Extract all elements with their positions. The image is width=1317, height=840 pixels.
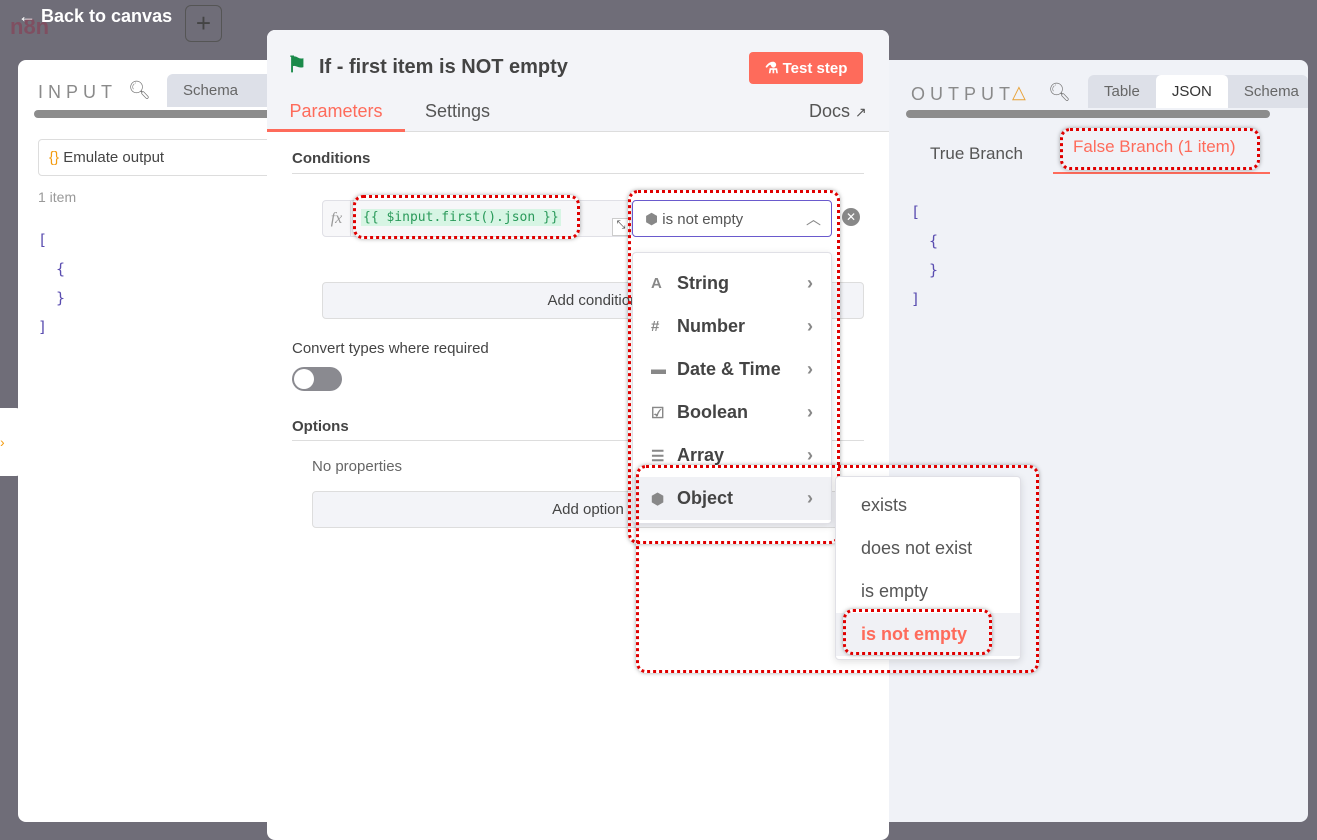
modal-header: ⚑ If - first item is NOT empty ⚗ Test st… (267, 30, 889, 132)
condition-value-input[interactable]: fx {{ $input.first().json }} (322, 195, 632, 239)
json-line: ] (38, 318, 48, 336)
warning-icon: △ (1012, 82, 1026, 102)
output-json: [ { } ] (911, 198, 938, 314)
tab-true-branch[interactable]: True Branch (930, 144, 1023, 164)
convert-types-toggle[interactable] (292, 367, 342, 391)
external-link-icon: ↗ (855, 104, 867, 120)
test-step-button[interactable]: ⚗ Test step (749, 52, 864, 84)
add-node-button[interactable]: + (185, 5, 222, 42)
json-line: { (929, 232, 939, 250)
annotation-highlight (636, 465, 1039, 673)
conditions-heading: Conditions (292, 150, 864, 174)
docs-link[interactable]: Docs ↗ (809, 101, 867, 122)
output-tabs: Table JSON Schema (1088, 75, 1308, 108)
node-title[interactable]: If - first item is NOT empty (319, 56, 568, 79)
braces-icon: {} (49, 149, 64, 166)
tab-table[interactable]: Table (1088, 75, 1156, 108)
convert-types-label: Convert types where required (292, 340, 489, 357)
no-properties-text: No properties (312, 458, 403, 475)
signpost-icon: ⚑ (287, 52, 307, 77)
input-handle[interactable]: › (0, 408, 22, 476)
output-title: OUTPUT (911, 84, 1015, 104)
json-line: [ (38, 231, 48, 249)
search-icon[interactable]: 🔍︎ (128, 80, 151, 101)
tab-false-branch[interactable]: False Branch (1 item) (1053, 128, 1270, 174)
tab-schema[interactable]: Schema (1228, 75, 1315, 108)
tab-json[interactable]: JSON (1155, 75, 1228, 108)
false-branch-label: False Branch (1 item) (1060, 128, 1260, 170)
json-line: { (56, 260, 66, 278)
annotation-highlight (353, 195, 580, 239)
remove-condition-icon[interactable]: ✕ (842, 208, 860, 226)
arrow-left-icon: ← (18, 6, 42, 26)
input-panel: INPUT 🔍︎ Schema {} Emulate output 1 item… (18, 60, 287, 822)
input-json: [ { } ] (38, 226, 65, 342)
tab-settings[interactable]: Settings (425, 101, 490, 122)
json-line: [ (911, 203, 921, 221)
back-to-canvas-button[interactable]: ← Back to canvas (18, 6, 172, 27)
json-line: } (929, 261, 939, 279)
json-line: } (56, 289, 66, 307)
output-panel: OUTPUT △ 🔍︎ Table JSON Schema True Branc… (880, 60, 1308, 822)
scrollbar[interactable] (34, 110, 274, 118)
search-icon[interactable]: 🔍︎ (1048, 82, 1071, 103)
emulate-output-button[interactable]: {} Emulate output (38, 139, 278, 176)
json-line: ] (911, 290, 921, 308)
fx-icon: fx (323, 201, 351, 236)
tab-schema[interactable]: Schema (167, 74, 254, 107)
tab-parameters[interactable]: Parameters (267, 92, 405, 132)
scrollbar[interactable] (906, 110, 1270, 118)
item-count: 1 item (38, 189, 77, 205)
input-title: INPUT (38, 82, 117, 102)
flask-icon: ⚗ (765, 60, 783, 77)
